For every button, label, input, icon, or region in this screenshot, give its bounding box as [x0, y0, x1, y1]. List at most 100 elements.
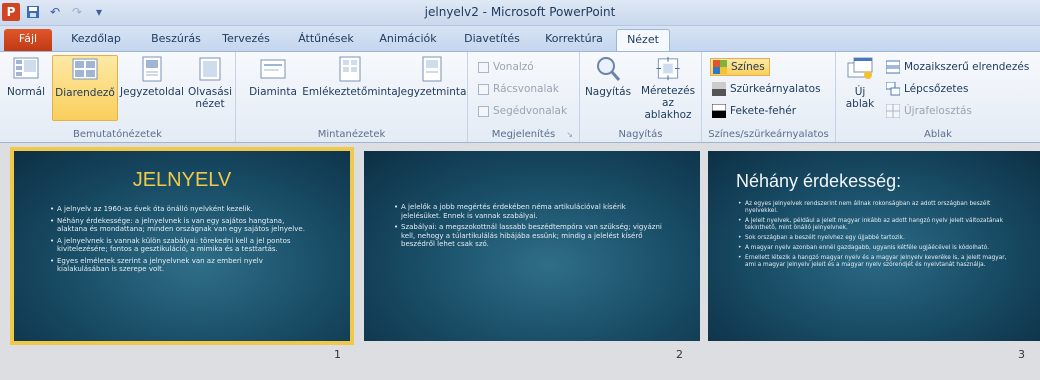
- notes-master-label: Jegyzetminta: [397, 86, 467, 98]
- reading-view-label: Olvasási nézet: [187, 86, 233, 110]
- tab-insert[interactable]: Beszúrás: [140, 29, 212, 51]
- grayscale-button[interactable]: Szürkeárnyalatos: [712, 80, 821, 98]
- normal-view-icon: [13, 57, 39, 79]
- group-presentation-views: Normál Diarendező Jegyzetoldal Olvasási …: [0, 52, 236, 142]
- group-zoom: Nagyítás Méretezés az ablakhoz Nagyítás: [580, 52, 702, 142]
- bullet: A jelnyelv az 1960-as évek óta önálló ny…: [50, 205, 312, 214]
- tab-design[interactable]: Tervezés: [214, 29, 278, 51]
- new-window-button[interactable]: Új ablak: [842, 55, 878, 121]
- tab-transitions[interactable]: Áttűnések: [286, 29, 366, 51]
- checkbox-box: [478, 105, 489, 117]
- handout-master-button[interactable]: Emlékeztetőminta: [302, 55, 398, 121]
- slide-bullets: A jelelők a jobb megértés érdekében néma…: [394, 203, 664, 252]
- slide-sorter-button[interactable]: Diarendező: [52, 55, 118, 121]
- group-window: Új ablak Mozaikszerű elrendezés Lépcsőze…: [836, 52, 1040, 142]
- bullet: A jelelők a jobb megértés érdekében néma…: [394, 203, 664, 220]
- slide-number-1: 1: [334, 348, 341, 361]
- gridlines-checkbox[interactable]: Rácsvonalak: [478, 80, 559, 98]
- fit-to-window-button[interactable]: Méretezés az ablakhoz: [636, 55, 700, 121]
- slide-thumbnail-2[interactable]: A jelelők a jobb megértés érdekében néma…: [364, 151, 700, 341]
- notes-master-icon: [422, 56, 442, 82]
- group-label: Bemutatónézetek: [73, 129, 162, 140]
- slide-sorter-pane: JELNYELV A jelnyelv az 1960-as évek óta …: [0, 143, 1040, 380]
- group-label: Színes/szürkeárnyalatos: [708, 129, 829, 140]
- black-white-icon: [712, 104, 726, 118]
- tab-review[interactable]: Korrektúra: [534, 29, 614, 51]
- window-title: jelnyelv2 - Microsoft PowerPoint: [424, 5, 616, 19]
- slide-title: JELNYELV: [132, 169, 232, 191]
- notes-page-label: Jegyzetoldal: [120, 86, 184, 98]
- color-icon: [713, 60, 727, 74]
- slide-master-icon: [260, 59, 286, 79]
- bullet: A jelelt nyelvek, például a jelelt magya…: [738, 218, 1014, 232]
- zoom-button[interactable]: Nagyítás: [582, 55, 634, 121]
- slide-number-2: 2: [676, 348, 683, 361]
- grayscale-icon: [712, 82, 726, 96]
- cascade-button[interactable]: Lépcsőzetes: [886, 80, 968, 98]
- group-color-grayscale: Színes Szürkeárnyalatos Fekete-fehér Szí…: [702, 52, 836, 142]
- checkbox-box: [478, 83, 489, 95]
- bullet: Néhány érdekessége: a jelnyelvnek is van…: [50, 217, 312, 234]
- new-window-label: Új ablak: [845, 86, 875, 110]
- reading-view-button[interactable]: Olvasási nézet: [186, 55, 234, 121]
- arrange-all-icon: [886, 60, 900, 74]
- handout-master-label: Emlékeztetőminta: [302, 86, 398, 98]
- powerpoint-window: P ↶ ↷ ▾ jelnyelv2 - Microsoft PowerPoint…: [0, 0, 1040, 380]
- normal-view-button[interactable]: Normál: [2, 55, 50, 121]
- bullet: A jelnyelvnek is vannak külön szabályai:…: [50, 237, 312, 254]
- guides-checkbox[interactable]: Segédvonalak: [478, 102, 567, 120]
- notes-page-icon: [142, 56, 162, 82]
- tab-file[interactable]: Fájl: [4, 29, 52, 51]
- group-label: Mintanézetek: [317, 129, 386, 140]
- dialog-launcher-icon[interactable]: ↘: [566, 130, 573, 139]
- tab-slideshow[interactable]: Diavetítés: [454, 29, 530, 51]
- slide-sorter-label: Diarendező: [55, 87, 115, 99]
- cascade-label: Lépcsőzetes: [904, 83, 969, 95]
- cascade-icon: [886, 82, 900, 96]
- checkbox-box: [478, 61, 489, 73]
- group-label: Megjelenítés: [491, 129, 556, 140]
- bullet: Szabályai: a megszokottnál lassabb beszé…: [394, 223, 664, 249]
- notes-master-button[interactable]: Jegyzetminta: [398, 55, 466, 121]
- color-button[interactable]: Színes: [710, 58, 770, 76]
- move-split-button[interactable]: Újrafelosztás: [886, 102, 972, 120]
- slide-number-3: 3: [1018, 348, 1025, 361]
- group-label: Nagyítás: [618, 129, 663, 140]
- arrange-all-label: Mozaikszerű elrendezés: [904, 61, 1030, 73]
- color-label: Színes: [731, 61, 765, 73]
- guides-label: Segédvonalak: [493, 105, 568, 117]
- group-show: Vonalzó Rácsvonalak Segédvonalak Megjele…: [468, 52, 580, 142]
- group-master-views: Diaminta Emlékeztetőminta Jegyzetminta M…: [236, 52, 468, 142]
- bullet: Sok országban a beszélt nyelvhez egy újj…: [738, 235, 1014, 242]
- ribbon-tabs: Fájl Kezdőlap Beszúrás Tervezés Áttűnése…: [0, 26, 1040, 51]
- arrange-all-button[interactable]: Mozaikszerű elrendezés: [886, 58, 1029, 76]
- slide-master-label: Diaminta: [249, 86, 297, 98]
- tab-animations[interactable]: Animációk: [368, 29, 448, 51]
- slide-thumbnail-3[interactable]: Néhány érdekesség: Az egyes jelnyelvek r…: [708, 151, 1040, 341]
- notes-page-button[interactable]: Jegyzetoldal: [118, 55, 186, 121]
- fit-to-window-label: Méretezés az ablakhoz: [640, 85, 696, 121]
- bullet: Ernellett létezik a hangzó magyar nyelv …: [738, 255, 1014, 269]
- ruler-label: Vonalzó: [493, 61, 534, 73]
- tab-home[interactable]: Kezdőlap: [60, 29, 132, 51]
- slide-thumbnail-1[interactable]: JELNYELV A jelnyelv az 1960-as évek óta …: [10, 147, 354, 345]
- slide-sorter-icon: [72, 58, 98, 80]
- ruler-checkbox[interactable]: Vonalzó: [478, 58, 534, 76]
- move-split-icon: [886, 104, 900, 118]
- move-split-label: Újrafelosztás: [904, 105, 972, 117]
- magnifier-icon: [597, 57, 621, 81]
- bullet: Az egyes jelnyelvek rendszerint nem álln…: [738, 201, 1014, 215]
- tab-view[interactable]: Nézet: [616, 29, 670, 51]
- handout-master-icon: [339, 56, 361, 82]
- zoom-label: Nagyítás: [584, 86, 632, 98]
- black-white-label: Fekete-fehér: [730, 105, 797, 117]
- slide-title: Néhány érdekesség:: [736, 171, 902, 191]
- ribbon: Normál Diarendező Jegyzetoldal Olvasási …: [0, 51, 1040, 143]
- reading-view-icon: [199, 57, 221, 81]
- slide-master-button[interactable]: Diaminta: [244, 55, 302, 121]
- black-white-button[interactable]: Fekete-fehér: [712, 102, 796, 120]
- grayscale-label: Szürkeárnyalatos: [730, 83, 821, 95]
- bullet: Egyes elméletek szerint a jelnyelvnek va…: [50, 257, 312, 274]
- title-bar: P ↶ ↷ ▾ jelnyelv2 - Microsoft PowerPoint: [0, 0, 1040, 26]
- slide-bullets: Az egyes jelnyelvek rendszerint nem álln…: [738, 201, 1014, 272]
